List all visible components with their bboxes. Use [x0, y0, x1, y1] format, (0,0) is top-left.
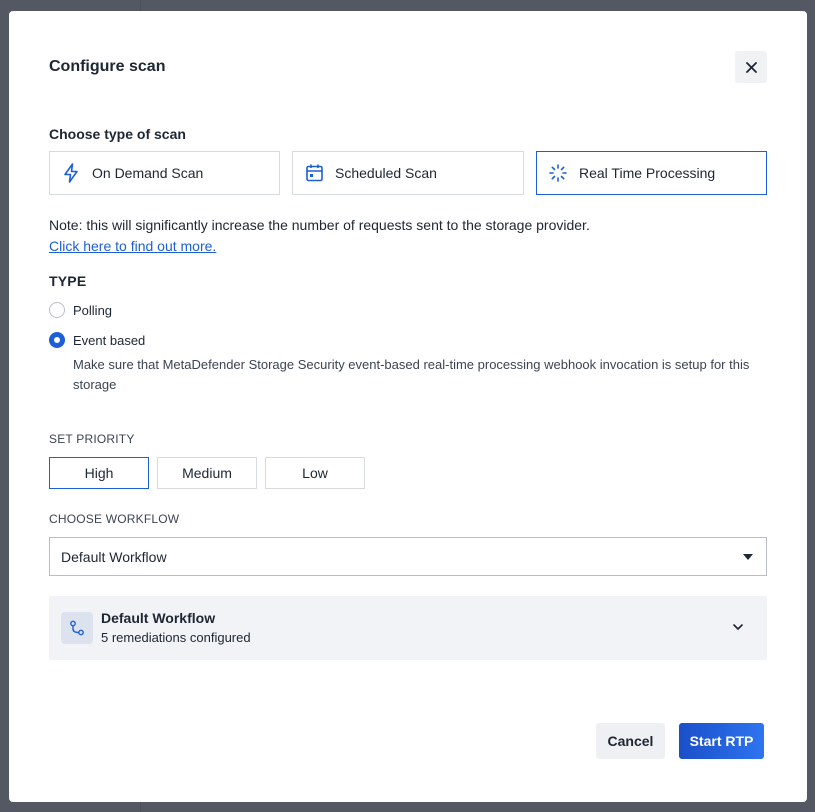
close-icon: [745, 61, 757, 73]
event-based-radio[interactable]: [49, 332, 65, 348]
workflow-select[interactable]: Default Workflow: [49, 537, 767, 576]
workflow-label: CHOOSE WORKFLOW: [49, 512, 180, 526]
polling-radio[interactable]: [49, 302, 65, 318]
find-out-more-link[interactable]: Click here to find out more.: [49, 238, 216, 254]
event-based-help-text: Make sure that MetaDefender Storage Secu…: [73, 357, 750, 392]
workflow-panel-subtitle: 5 remediations configured: [101, 630, 251, 645]
scan-option-label: On Demand Scan: [92, 165, 204, 181]
radio-label: Event based: [73, 332, 146, 348]
priority-medium-button[interactable]: Medium: [157, 457, 257, 489]
scan-option-scheduled[interactable]: Scheduled Scan: [292, 151, 524, 195]
configure-scan-dialog: Configure scan Choose type of scan On De…: [9, 11, 807, 802]
chevron-down-icon[interactable]: [731, 620, 745, 634]
lightning-icon: [62, 163, 80, 183]
start-rtp-button[interactable]: Start RTP: [679, 723, 764, 759]
spinner-icon: [549, 164, 567, 182]
cancel-button[interactable]: Cancel: [596, 723, 665, 759]
priority-low-button[interactable]: Low: [265, 457, 365, 489]
workflow-select-value: Default Workflow: [61, 548, 167, 565]
storage-request-note: Note: this will significantly increase t…: [49, 217, 590, 233]
workflow-panel-title: Default Workflow: [101, 610, 216, 626]
dialog-title: Configure scan: [49, 58, 166, 75]
radio-label: Polling: [73, 302, 113, 318]
priority-high-button[interactable]: High: [49, 457, 149, 489]
calendar-icon: [305, 164, 323, 182]
scan-option-label: Scheduled Scan: [335, 165, 437, 181]
type-option-polling[interactable]: Polling: [49, 302, 112, 318]
type-option-event-based[interactable]: Event based: [49, 332, 145, 348]
workflow-icon: [61, 612, 93, 644]
type-section-label: TYPE: [49, 273, 87, 289]
close-button[interactable]: [735, 51, 767, 83]
workflow-summary-panel[interactable]: Default Workflow 5 remediations configur…: [49, 596, 767, 660]
priority-label: SET PRIORITY: [49, 432, 135, 446]
scan-option-label: Real Time Processing: [579, 165, 716, 181]
caret-down-icon: [743, 554, 753, 560]
scan-option-on-demand[interactable]: On Demand Scan: [49, 151, 280, 195]
scan-type-label: Choose type of scan: [49, 126, 186, 142]
scan-option-real-time[interactable]: Real Time Processing: [536, 151, 767, 195]
